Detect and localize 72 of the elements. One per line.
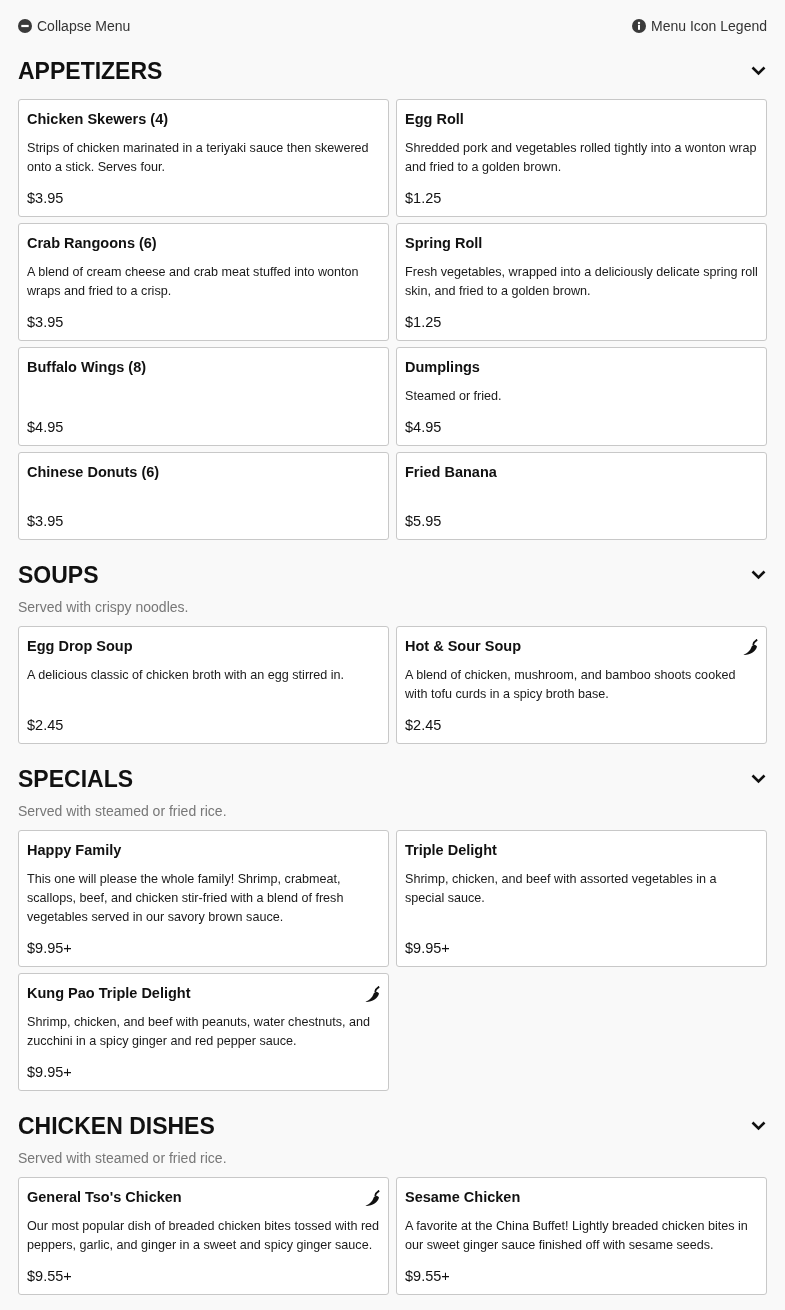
minus-circle-icon <box>18 19 32 33</box>
collapse-menu-button[interactable]: Collapse Menu <box>18 16 131 36</box>
item-name: Chinese Donuts (6) <box>27 463 160 482</box>
chevron-icon[interactable] <box>751 66 766 76</box>
item-description: A blend of chicken, mushroom, and bamboo shoots cooked with tofu curds in a spicy broth base. <box>405 667 737 703</box>
menu-item-card[interactable]: Spring Roll Fresh vegetables, wrapped into a deliciously delicate spring roll skin, and fried to a golden brown. $1.25 <box>396 223 767 341</box>
item-description: A favorite at the China Buffet! Lightly breaded chicken bites in our sweet ginger sauce finished off with sesame seeds. <box>405 1218 749 1254</box>
item-description: Shredded pork and vegetables rolled tightly into a wonton wrap and fried to a golden brown. <box>405 140 758 176</box>
menu-item-card[interactable]: Triple Delight Shrimp, chicken, and beef with assorted vegetables in a special sauce. $9.95+ <box>396 830 767 967</box>
item-description: Our most popular dish of breaded chicken bites tossed with red peppers, garlic, and ginger in a sweet and spicy ginger sauce. <box>27 1218 380 1254</box>
item-name: Triple Delight <box>405 841 497 860</box>
item-price: $9.95+ <box>27 1063 72 1082</box>
item-price: $9.95+ <box>27 939 72 958</box>
item-price: $4.95 <box>27 418 64 437</box>
item-name: Crab Rangoons (6) <box>27 234 157 253</box>
menu-item-card[interactable]: Chicken Skewers (4) Strips of chicken marinated in a teriyaki sauce then skewered onto a stick. Serves four. $3.95 <box>18 99 389 217</box>
item-name: Chicken Skewers (4) <box>27 110 169 129</box>
menu-item-card[interactable]: Crab Rangoons (6) A blend of cream cheese and crab meat stuffed into wonton wraps and fried to a crisp. $3.95 <box>18 223 389 341</box>
section-heading: SPECIALS <box>18 765 134 794</box>
chevron-icon[interactable] <box>751 1121 766 1131</box>
item-price: $4.95 <box>405 418 442 437</box>
item-price: $3.95 <box>27 313 64 332</box>
item-description: Steamed or fried. <box>405 388 503 405</box>
item-name: Sesame Chicken <box>405 1188 521 1207</box>
item-price: $1.25 <box>405 313 442 332</box>
item-description: Fresh vegetables, wrapped into a deliciously delicate spring roll skin, and fried to a golden brown. <box>405 264 758 300</box>
section-note: Served with steamed or fried rice. <box>18 1149 228 1168</box>
menu-item-card[interactable]: Buffalo Wings (8) $4.95 <box>18 347 389 446</box>
item-name: Egg Drop Soup <box>27 637 133 656</box>
item-name: Happy Family <box>27 841 122 860</box>
item-name: General Tso's Chicken <box>27 1188 182 1207</box>
chevron-icon[interactable] <box>751 774 766 784</box>
item-description: Shrimp, chicken, and beef with peanuts, water chestnuts, and zucchini in a spicy ginger and red pepper sauce. <box>27 1014 372 1050</box>
menu-item-card[interactable]: Hot & Sour Soup A blend of chicken, mushroom, and bamboo shoots cooked with tofu curds in a spicy broth base. $2.45 <box>396 626 767 744</box>
menu-item-card[interactable]: Chinese Donuts (6) $3.95 <box>18 452 389 540</box>
item-price: $3.95 <box>27 189 64 208</box>
chevron-icon[interactable] <box>751 570 766 580</box>
menu-item-card[interactable]: Egg Drop Soup A delicious classic of chicken broth with an egg stirred in. $2.45 <box>18 626 389 744</box>
item-name: Buffalo Wings (8) <box>27 358 147 377</box>
item-price: $9.95+ <box>405 939 450 958</box>
item-name: Spring Roll <box>405 234 483 253</box>
item-description: A blend of cream cheese and crab meat stuffed into wonton wraps and fried to a crisp. <box>27 264 360 300</box>
item-price: $2.45 <box>405 716 442 735</box>
item-price: $3.95 <box>27 512 64 531</box>
item-description: A delicious classic of chicken broth with an egg stirred in. <box>27 667 346 684</box>
section-note: Served with crispy noodles. <box>18 598 190 617</box>
info-icon <box>632 19 646 33</box>
item-name: Hot & Sour Soup <box>405 637 521 656</box>
item-description: This one will please the whole family! Shrimp, crabmeat, scallops, beef, and chicken stir-fried with a blend of fresh vegetables served in our savory brown sauce. <box>27 871 345 926</box>
menu-item-card[interactable]: Fried Banana $5.95 <box>396 452 767 540</box>
item-name: Fried Banana <box>405 463 497 482</box>
item-price: $5.95 <box>405 512 442 531</box>
item-name: Kung Pao Triple Delight <box>27 984 191 1003</box>
menu-item-card[interactable]: Dumplings Steamed or fried. $4.95 <box>396 347 767 446</box>
item-description: Strips of chicken marinated in a teriyaki sauce then skewered onto a stick. Serves four. <box>27 140 370 176</box>
menu-item-card[interactable]: Happy Family This one will please the whole family! Shrimp, crabmeat, scallops, beef, and chicken stir-fried with a blend of fresh vegetables served in our savory brown sauce. $9.95+ <box>18 830 389 967</box>
item-price: $9.55+ <box>405 1267 450 1286</box>
section-heading: APPETIZERS <box>18 57 163 86</box>
item-description: Shrimp, chicken, and beef with assorted vegetables in a special sauce. <box>405 871 718 907</box>
section-heading: CHICKEN DISHES <box>18 1112 215 1141</box>
menu-item-card[interactable]: Kung Pao Triple Delight Shrimp, chicken, and beef with peanuts, water chestnuts, and zucchini in a spicy ginger and red pepper sauce. $9.95+ <box>18 973 389 1091</box>
menu-item-card[interactable]: Egg Roll Shredded pork and vegetables rolled tightly into a wonton wrap and fried to a golden brown. $1.25 <box>396 99 767 217</box>
menu-item-card[interactable]: Sesame Chicken A favorite at the China Buffet! Lightly breaded chicken bites in our sweet ginger sauce finished off with sesame seeds. $9.55+ <box>396 1177 767 1295</box>
menu-item-card[interactable]: General Tso's Chicken Our most popular dish of breaded chicken bites tossed with red peppers, garlic, and ginger in a sweet and spicy ginger sauce. $9.55+ <box>18 1177 389 1295</box>
icon-legend-button[interactable]: Menu Icon Legend <box>632 16 767 36</box>
item-price: $9.55+ <box>27 1267 72 1286</box>
section-heading: SOUPS <box>18 561 99 590</box>
section-note: Served with steamed or fried rice. <box>18 802 228 821</box>
item-name: Egg Roll <box>405 110 464 129</box>
item-price: $2.45 <box>27 716 64 735</box>
item-price: $1.25 <box>405 189 442 208</box>
item-name: Dumplings <box>405 358 480 377</box>
